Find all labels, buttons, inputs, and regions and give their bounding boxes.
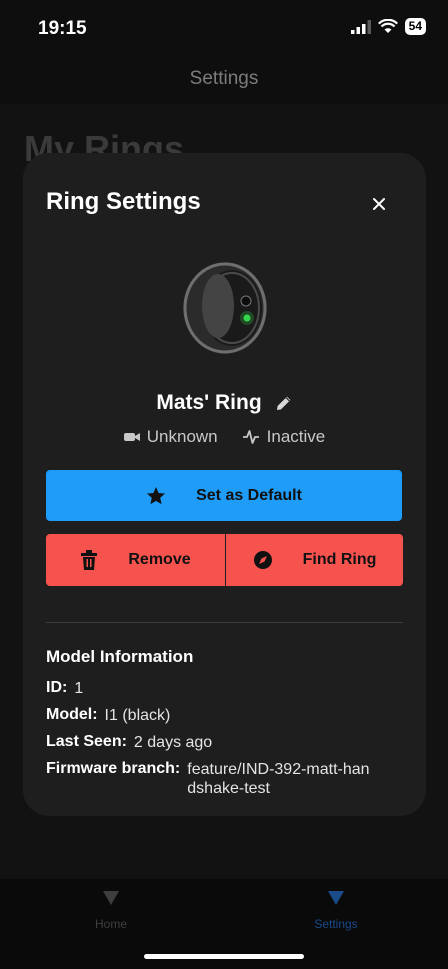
compass-icon [253, 551, 272, 569]
id-value: 1 [74, 680, 84, 697]
trash-icon [81, 550, 98, 570]
divider [46, 622, 403, 623]
tab-home[interactable]: Home [88, 891, 134, 931]
firmware-label: Firmware branch: [46, 760, 181, 777]
model-value: I1 (black) [104, 707, 171, 724]
ring-name-row: Mats' Ring [23, 391, 426, 415]
triangle-down-icon [103, 891, 119, 905]
wifi-icon [377, 19, 398, 33]
ring-settings-modal: Ring Settings Mats' Ring Unknown Inactiv… [23, 153, 426, 816]
video-camera-icon [123, 433, 140, 441]
pencil-icon[interactable] [275, 394, 293, 412]
close-icon[interactable] [368, 193, 390, 215]
remove-button[interactable]: Remove [46, 534, 225, 586]
last-seen-value: 2 days ago [133, 734, 213, 751]
signal-icon [350, 19, 371, 34]
set-default-label: Set as Default [196, 486, 302, 504]
clock: 19:15 [38, 18, 87, 39]
info-row-id: ID: 1 [46, 679, 83, 698]
last-seen-label: Last Seen: [46, 733, 127, 750]
firmware-value: feature/IND-392-matt-handshake-test [187, 761, 370, 797]
triangle-down-icon [328, 891, 344, 905]
tab-settings[interactable]: Settings [302, 891, 370, 931]
ring-name: Mats' Ring [156, 391, 262, 414]
home-indicator [144, 954, 304, 959]
model-info-title: Model Information [46, 647, 194, 666]
ring-image [183, 262, 267, 354]
tab-home-label: Home [94, 917, 127, 931]
activity-icon [242, 430, 259, 444]
model-label: Model: [46, 706, 98, 723]
info-row-last-seen: Last Seen: 2 days ago [46, 733, 212, 752]
connection-status-label: Unknown [146, 427, 218, 446]
set-default-button[interactable]: Set as Default [46, 470, 402, 521]
battery-indicator: 54 [404, 18, 426, 35]
tab-settings-label: Settings [314, 917, 358, 931]
star-icon [147, 486, 166, 504]
id-label: ID: [46, 679, 68, 696]
remove-label: Remove [128, 551, 191, 568]
status-icons: 54 [350, 18, 426, 35]
status-row: Unknown Inactive [23, 427, 426, 447]
find-ring-button[interactable]: Find Ring [226, 534, 403, 586]
status-bar: 19:15 54 [0, 0, 448, 56]
info-row-model: Model: I1 (black) [46, 706, 170, 725]
connection-status: Unknown [123, 427, 218, 447]
find-ring-label: Find Ring [302, 551, 377, 568]
activity-status: Inactive [242, 427, 326, 447]
activity-status-label: Inactive [266, 427, 326, 446]
nav-title: Settings [189, 68, 259, 89]
modal-title: Ring Settings [46, 188, 201, 215]
info-row-firmware: Firmware branch: feature/IND-392-matt-ha… [46, 760, 372, 798]
